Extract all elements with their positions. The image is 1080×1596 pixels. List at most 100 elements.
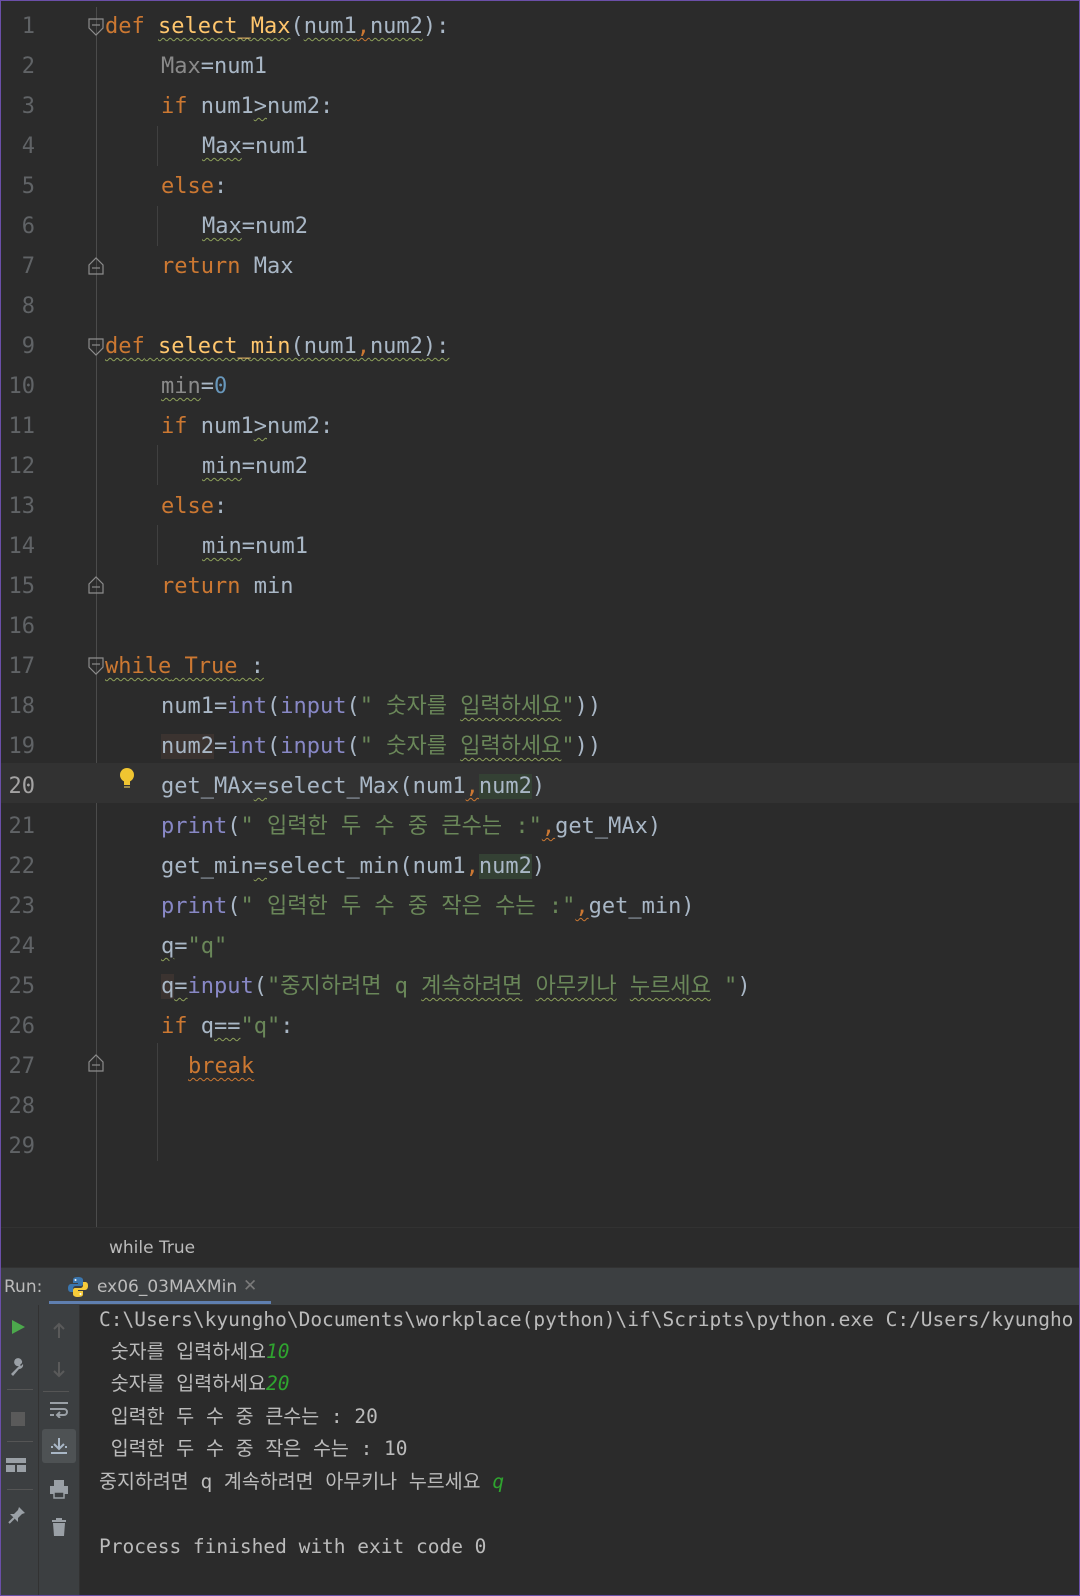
code-line[interactable]: 16 (1, 607, 1079, 647)
code-text: if q=="q": (161, 1014, 294, 1039)
rerun-button[interactable] (4, 1313, 32, 1341)
console-line: 중지하려면 q 계속하려면 아무키나 누르세요 q (99, 1470, 505, 1493)
run-tab[interactable]: ex06_03MAXMin ✕ (49, 1268, 271, 1304)
console-line: 숫자를 입력하세요10 (99, 1340, 290, 1363)
print-button[interactable] (45, 1475, 73, 1503)
code-line[interactable]: 6 Max=num2 (1, 207, 1079, 247)
code-text: return min (161, 574, 294, 599)
code-line[interactable]: 11 if num1>num2: (1, 407, 1079, 447)
breadcrumb-item[interactable]: while True (109, 1238, 195, 1258)
code-text: break (188, 1054, 255, 1079)
down-stack-button[interactable] (45, 1355, 73, 1383)
pin-tab-button[interactable] (3, 1501, 31, 1529)
code-line[interactable]: 14 min=num1 (1, 527, 1079, 567)
code-line[interactable]: 1 def select_Max(num1,num2): (1, 7, 1079, 47)
code-line[interactable]: 12 min=num2 (1, 447, 1079, 487)
up-stack-button[interactable] (45, 1317, 73, 1345)
line-number: 24 (8, 934, 36, 959)
console-line: Process finished with exit code 0 (99, 1535, 487, 1558)
fold-open-icon[interactable] (88, 18, 104, 36)
fold-end-icon[interactable] (88, 257, 104, 275)
stop-button[interactable] (4, 1405, 32, 1433)
code-text: Max=num2 (202, 214, 308, 239)
code-text: num1=int(input(" 숫자를 입력하세요")) (161, 694, 602, 719)
code-line[interactable]: 4 Max=num1 (1, 127, 1079, 167)
code-line[interactable]: 22 get_min=select_min(num1,num2) (1, 847, 1079, 887)
line-number: 27 (8, 1054, 36, 1079)
code-line[interactable]: 23 print(" 입력한 두 수 중 작은 수는 :",get_min) (1, 887, 1079, 927)
line-number: 1 (21, 14, 35, 39)
code-line[interactable]: 24 q="q" (1, 927, 1079, 967)
line-number: 20 (8, 774, 36, 799)
code-line[interactable]: 18 num1=int(input(" 숫자를 입력하세요")) (1, 687, 1079, 727)
code-line[interactable]: 5 else: (1, 167, 1079, 207)
code-line[interactable]: 9 def select_min(num1,num2): (1, 327, 1079, 367)
close-icon[interactable]: ✕ (243, 1276, 257, 1296)
pin-icon (8, 1507, 25, 1524)
code-line[interactable]: 7 return Max (1, 247, 1079, 287)
line-number: 12 (8, 454, 36, 479)
code-line[interactable]: 17 while True : (1, 647, 1079, 687)
code-line[interactable]: 10 min=0 (1, 367, 1079, 407)
toolbar-separator (43, 1391, 69, 1392)
console-line: 숫자를 입력하세요20 (99, 1372, 290, 1395)
code-line[interactable]: 13 else: (1, 487, 1079, 527)
code-line[interactable]: 2 Max=num1 (1, 47, 1079, 87)
code-text: if num1>num2: (161, 94, 334, 119)
console-line: 입력한 두 수 중 작은 수는 : 10 (99, 1437, 408, 1460)
code-line[interactable]: 8 (1, 287, 1079, 327)
code-line[interactable]: 25 q=input("중지하려면 q 계속하려면 아무키나 누르세요 ") (1, 967, 1079, 1007)
fold-end-icon[interactable] (88, 1054, 104, 1072)
fold-open-icon[interactable] (88, 338, 104, 356)
scroll-to-end-icon (51, 1438, 67, 1454)
code-editor[interactable]: 1 def select_Max(num1,num2): 2 Max=num1 … (1, 1, 1079, 1227)
code-text: def select_min(num1,num2): (105, 334, 450, 359)
code-line[interactable]: 28 (1, 1087, 1079, 1127)
code-text: q="q" (161, 934, 228, 959)
fold-open-icon[interactable] (88, 657, 104, 675)
arrow-up-icon (53, 1322, 65, 1338)
soft-wrap-button[interactable] (45, 1395, 73, 1423)
play-icon (12, 1320, 25, 1334)
breadcrumb[interactable]: while True (1, 1227, 1079, 1268)
code-text: get_MAx=select_Max(num1,num2) (161, 774, 546, 799)
run-toolbar-primary (1, 1305, 39, 1595)
code-line-current[interactable]: 20 get_MAx=select_Max(num1,num2) (1, 763, 1079, 803)
line-number: 11 (8, 414, 36, 439)
line-number: 4 (21, 134, 35, 159)
code-line[interactable]: 21 print(" 입력한 두 수 중 큰수는 :",get_MAx) (1, 807, 1079, 847)
scroll-to-end-button[interactable] (42, 1429, 76, 1463)
code-text: if num1>num2: (161, 414, 334, 439)
layout-icon (6, 1458, 26, 1472)
printer-icon (50, 1480, 68, 1499)
toolbar-separator (7, 1489, 33, 1490)
python-icon (68, 1277, 88, 1297)
fold-end-icon[interactable] (88, 576, 104, 594)
code-line[interactable]: 3 if num1>num2: (1, 87, 1079, 127)
code-line[interactable]: 26 if q=="q": (1, 1007, 1079, 1047)
console-line: 입력한 두 수 중 큰수는 : 20 (99, 1405, 378, 1428)
line-number: 17 (8, 654, 36, 679)
code-text: get_min=select_min(num1,num2) (161, 854, 546, 879)
run-panel: C:\Users\kyungho\Documents\workplace(pyt… (1, 1305, 1079, 1595)
toolbar-separator (7, 1389, 33, 1390)
line-number: 26 (8, 1014, 36, 1039)
line-number: 22 (8, 854, 36, 879)
modify-run-config-button[interactable] (4, 1353, 32, 1381)
line-number: 3 (21, 94, 35, 119)
line-number: 7 (21, 254, 35, 279)
clear-all-button[interactable] (45, 1513, 73, 1541)
code-line[interactable]: 15 return min (1, 567, 1079, 607)
code-text: return Max (161, 254, 294, 279)
line-number: 25 (8, 974, 36, 999)
run-label: Run: (4, 1277, 43, 1297)
code-text: def select_Max(num1,num2): (105, 14, 450, 39)
lightbulb-icon[interactable] (118, 767, 136, 791)
code-text: else: (161, 174, 228, 199)
code-line[interactable]: 27 break (1, 1047, 1079, 1087)
line-number: 14 (8, 534, 36, 559)
restore-layout-button[interactable] (2, 1451, 30, 1479)
console-output[interactable]: C:\Users\kyungho\Documents\workplace(pyt… (99, 1305, 1079, 1595)
code-line[interactable]: 29 (1, 1127, 1079, 1167)
code-line[interactable]: 19 num2=int(input(" 숫자를 입력하세요")) (1, 727, 1079, 767)
